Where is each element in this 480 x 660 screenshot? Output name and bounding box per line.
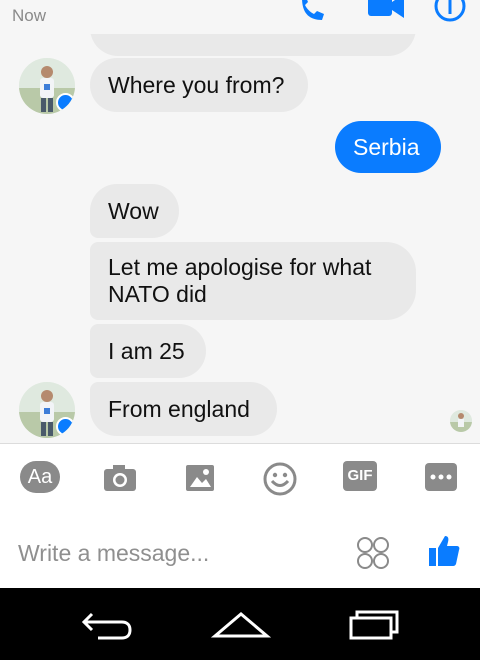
camera-icon[interactable] <box>102 461 138 495</box>
messenger-badge-icon <box>56 417 75 436</box>
message-bubble-incoming[interactable]: Let me apologise for what NATO did <box>90 242 416 320</box>
message-bubble-outgoing[interactable]: Serbia <box>335 121 441 173</box>
message-placeholder: Write a message... <box>18 540 210 566</box>
home-icon[interactable] <box>211 606 271 642</box>
contact-avatar[interactable] <box>19 382 75 438</box>
message-time-label: Now <box>12 6 47 25</box>
message-input[interactable]: Write a message... <box>18 540 209 567</box>
message-text: I am 25 <box>108 337 185 364</box>
info-icon[interactable] <box>430 0 470 28</box>
top-header: Now <box>0 0 480 34</box>
text-style-label: Aa <box>27 466 53 488</box>
contact-avatar[interactable] <box>19 58 75 114</box>
message-bubble-incoming[interactable]: From england <box>90 382 277 436</box>
message-text: Serbia <box>353 133 420 160</box>
more-icon[interactable] <box>424 461 458 493</box>
image-icon[interactable] <box>184 461 218 495</box>
emoji-icon[interactable] <box>262 461 298 497</box>
recents-icon[interactable] <box>347 606 403 642</box>
message-bubble-incoming[interactable]: Where you from? <box>90 58 308 112</box>
message-text: Wow <box>108 197 159 224</box>
sticker-icon[interactable] <box>356 536 390 570</box>
thumbs-up-icon[interactable] <box>427 533 461 569</box>
text-style-icon[interactable]: Aa <box>20 461 60 493</box>
read-receipt-avatar <box>450 410 472 432</box>
message-text: Where you from? <box>108 71 285 98</box>
system-nav-bar <box>0 588 480 660</box>
gif-label: GIF <box>347 467 373 484</box>
messenger-badge-icon <box>56 93 75 112</box>
conversation[interactable]: of them lol Where you from? Serbia Wow L… <box>0 0 480 443</box>
message-text: Let me apologise for what NATO did <box>108 254 372 307</box>
composer-panel: Aa GIF Write a message... <box>0 443 480 589</box>
message-bubble-incoming[interactable]: I am 25 <box>90 324 206 378</box>
gif-icon[interactable]: GIF <box>343 461 377 491</box>
message-text: From england <box>108 395 250 422</box>
video-icon[interactable] <box>364 0 408 28</box>
back-icon[interactable] <box>78 606 134 642</box>
message-bubble-incoming[interactable]: Wow <box>90 184 179 238</box>
phone-icon[interactable] <box>292 0 332 28</box>
